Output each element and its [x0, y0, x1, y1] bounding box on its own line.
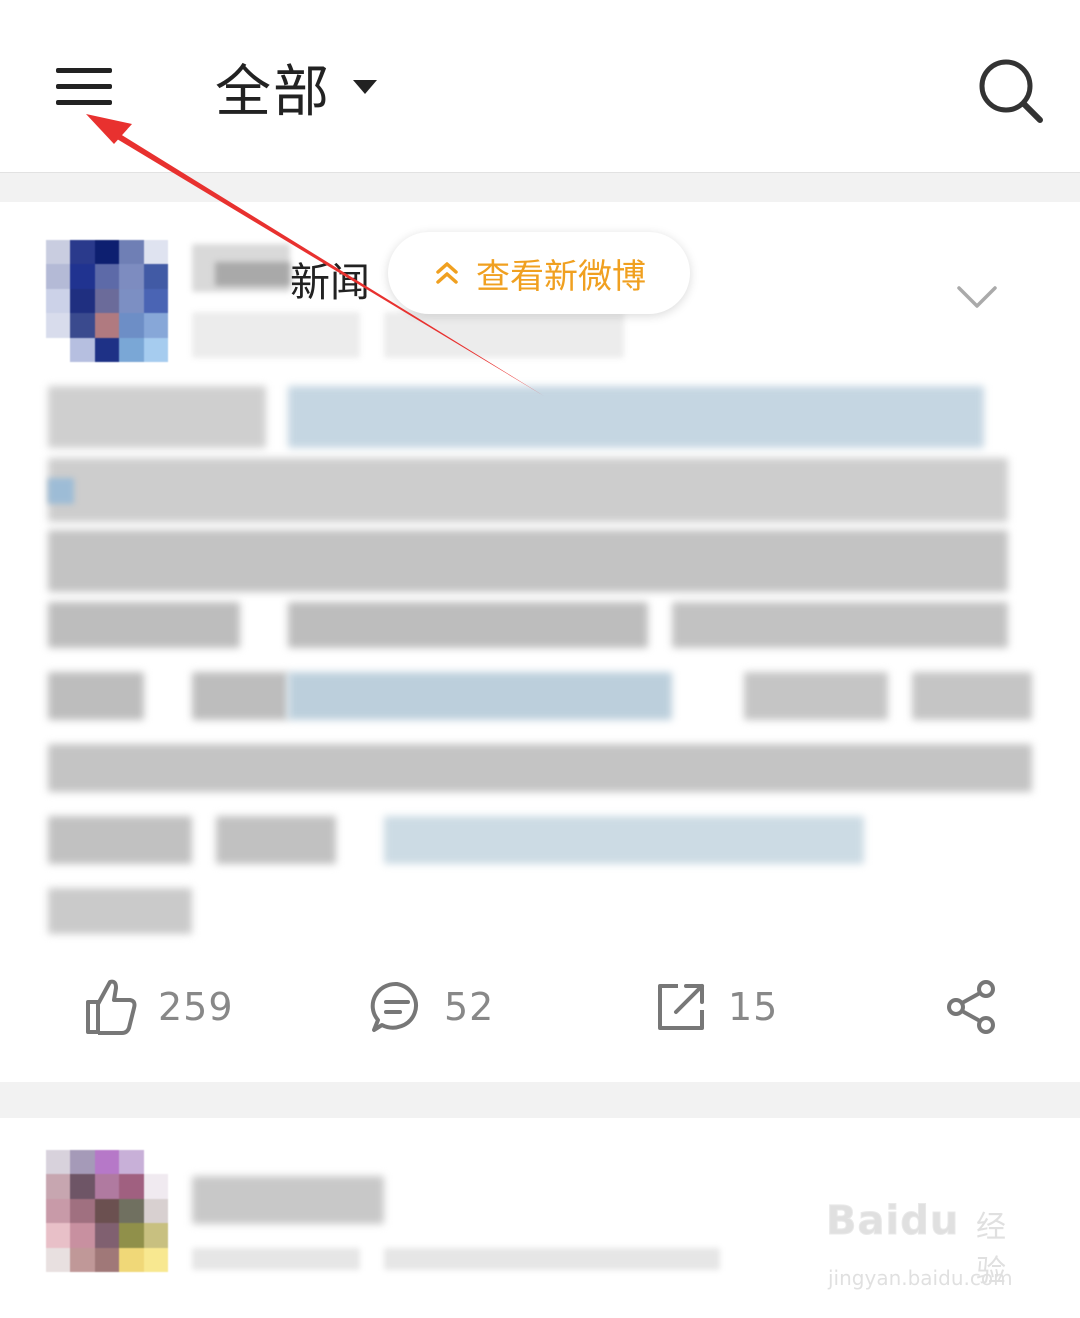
- hamburger-icon: [56, 68, 112, 73]
- view-new-weibo-button[interactable]: 查看新微博: [388, 232, 690, 314]
- baidu-watermark: Baidu 经验 jingyan.baidu.com: [825, 1198, 1026, 1298]
- view-new-weibo-label: 查看新微博: [476, 256, 646, 297]
- comment-icon: [370, 981, 418, 1032]
- caret-down-icon: [353, 80, 377, 94]
- hamburger-menu-button[interactable]: [50, 60, 120, 114]
- comment-count: 52: [444, 985, 495, 1029]
- share-icon: [947, 980, 995, 1034]
- thumbs-up-icon: [86, 979, 137, 1035]
- top-bar: 全部: [0, 0, 1080, 173]
- avatar[interactable]: [46, 1150, 168, 1272]
- post-time-blurred: [192, 1248, 360, 1270]
- watermark-brand: Baidu: [825, 1198, 960, 1245]
- repost-button[interactable]: 15: [654, 972, 778, 1042]
- post-source-blurred: [384, 312, 624, 358]
- repost-icon: [658, 984, 704, 1030]
- hamburger-icon-bar: [56, 100, 112, 105]
- like-count: 259: [158, 985, 234, 1029]
- search-icon: [979, 59, 1043, 123]
- search-button[interactable]: [974, 56, 1046, 128]
- like-button[interactable]: 259: [82, 972, 234, 1042]
- double-chevron-up-icon: [436, 262, 458, 284]
- avatar[interactable]: [46, 240, 168, 362]
- author-name-suffix: 新闻: [290, 260, 370, 306]
- watermark-url: jingyan.baidu.com: [828, 1266, 1013, 1290]
- author-name-blurred: [215, 262, 290, 286]
- share-button[interactable]: [944, 972, 998, 1042]
- hamburger-icon-bar: [56, 84, 112, 89]
- chevron-down-icon[interactable]: [955, 282, 999, 312]
- author-name-blurred[interactable]: [192, 1176, 384, 1224]
- group-filter-dropdown[interactable]: 全部: [215, 52, 377, 125]
- page-title: 全部: [215, 59, 331, 125]
- post-source-blurred: [384, 1248, 720, 1270]
- post-time-blurred: [192, 312, 360, 358]
- repost-count: 15: [728, 985, 779, 1029]
- comment-button[interactable]: 52: [370, 972, 494, 1042]
